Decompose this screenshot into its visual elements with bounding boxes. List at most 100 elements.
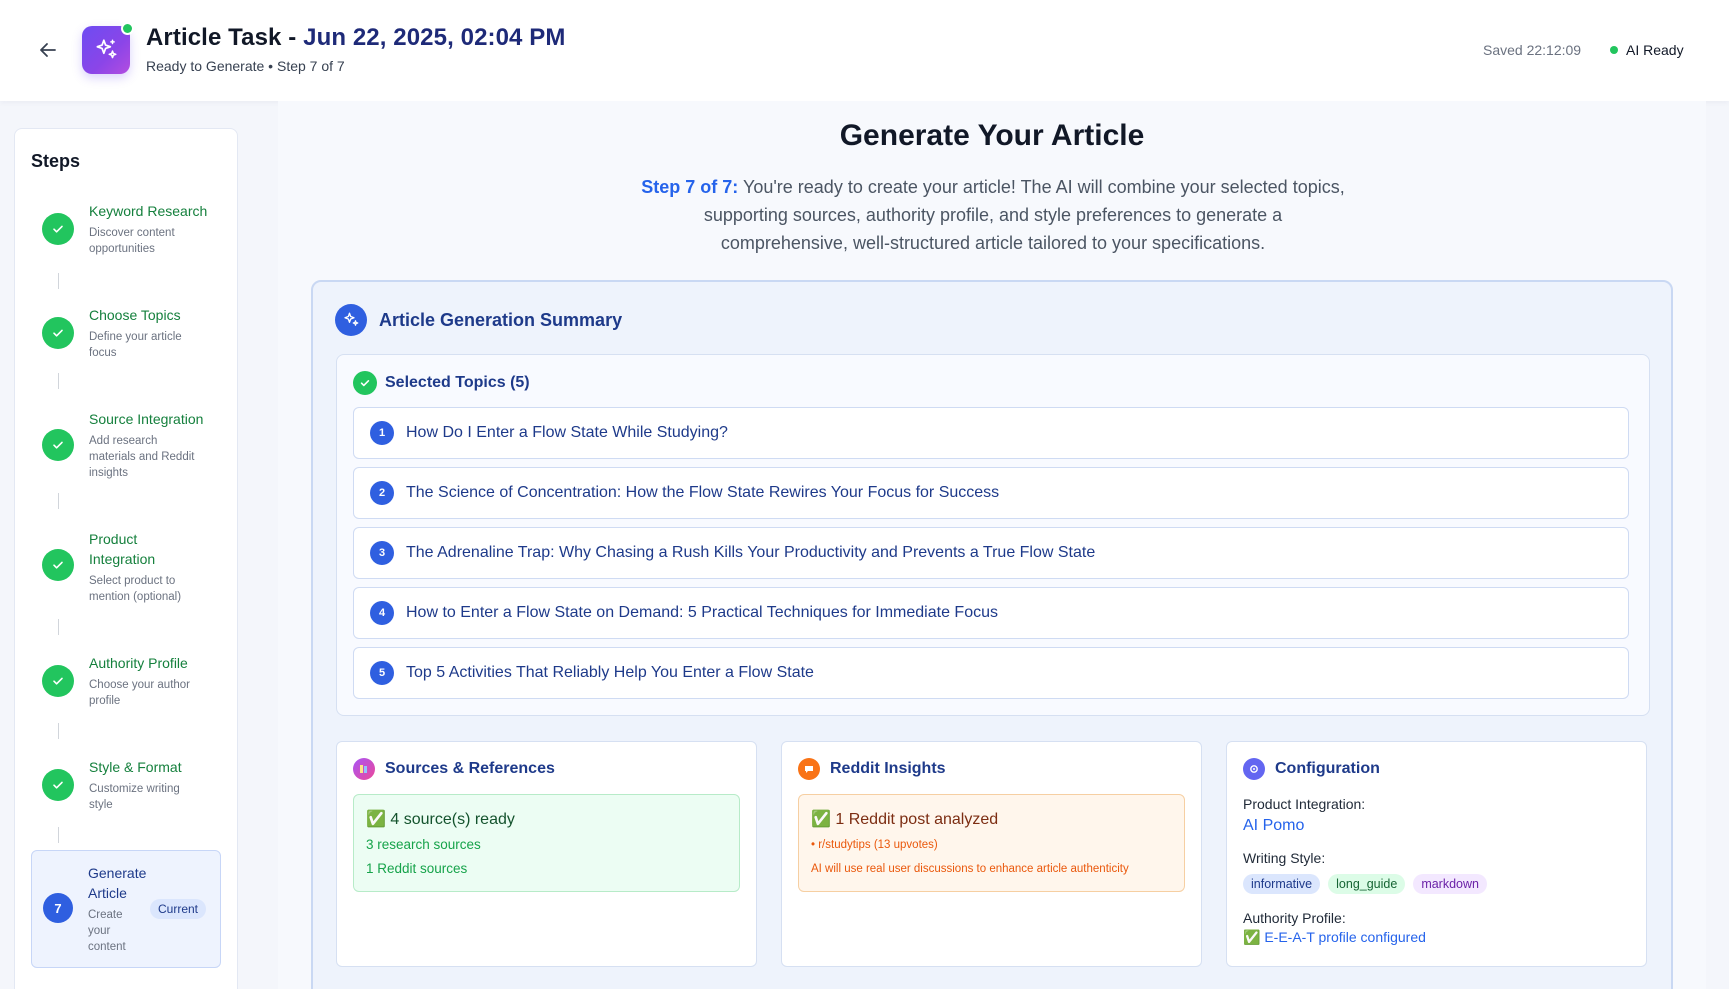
- configuration-card: Configuration Product Integration: AI Po…: [1226, 741, 1647, 967]
- reddit-note: AI will use real user discussions to enh…: [811, 863, 1129, 875]
- step-connector: [58, 827, 59, 843]
- topics-title: Selected Topics (5): [385, 374, 530, 391]
- status-dot-icon: [1610, 46, 1618, 54]
- check-icon: [42, 549, 74, 581]
- selected-topics-box: Selected Topics (5) 1 How Do I Enter a F…: [336, 354, 1650, 716]
- step-label: Style & Format: [89, 759, 182, 775]
- reddit-title: Reddit Insights: [830, 760, 946, 777]
- reddit-post: • r/studytips (13 upvotes): [811, 839, 938, 851]
- step-desc: Select product to mention (optional): [89, 575, 182, 603]
- books-icon: [353, 758, 375, 780]
- reddit-insights-card: Reddit Insights ✅ 1 Reddit post analyzed…: [781, 741, 1202, 967]
- style-chip: long_guide: [1328, 874, 1406, 894]
- topic-item[interactable]: 4 How to Enter a Flow State on Demand: 5…: [353, 587, 1629, 639]
- sources-status-box: ✅ 4 source(s) ready 3 research sources 1…: [353, 794, 740, 892]
- generation-summary-card: Article Generation Summary Selected Topi…: [311, 280, 1673, 989]
- topic-text: Top 5 Activities That Reliably Help You …: [406, 664, 814, 681]
- step-generate-article[interactable]: 7 Generate Article Create your content C…: [31, 850, 221, 968]
- check-icon: [42, 665, 74, 697]
- step-label: Choose Topics: [89, 307, 181, 323]
- step-connector: [58, 493, 59, 509]
- topic-number: 3: [370, 541, 394, 565]
- step-connector: [58, 723, 59, 739]
- step-label: Product Integration: [89, 531, 156, 567]
- check-icon: [42, 317, 74, 349]
- check-icon: [42, 429, 74, 461]
- step-label: Generate Article: [88, 865, 147, 901]
- summary-title: Article Generation Summary: [379, 309, 623, 330]
- topic-item[interactable]: 5 Top 5 Activities That Reliably Help Yo…: [353, 647, 1629, 699]
- reddit-header: Reddit Insights: [798, 758, 946, 780]
- topic-number: 2: [370, 481, 394, 505]
- reddit-sources-count: 1 Reddit sources: [366, 861, 468, 876]
- top-header: Article Task - Jun 22, 2025, 02:04 PM Re…: [0, 0, 1729, 101]
- check-icon: [42, 213, 74, 245]
- config-header: Configuration: [1243, 758, 1380, 780]
- description-text: You're ready to create your article! The…: [703, 177, 1345, 253]
- saved-status: Saved 22:12:09: [1483, 42, 1582, 58]
- page-title-prefix: Article Task -: [146, 24, 304, 51]
- topics-header: Selected Topics (5): [353, 371, 530, 395]
- step-label: Keyword Research: [89, 203, 208, 219]
- writing-style-label: Writing Style:: [1243, 850, 1326, 866]
- authority-profile-value: ✅ E-E-A-T profile configured: [1243, 929, 1426, 945]
- sparkles-icon: [335, 304, 367, 336]
- arrow-left-icon: [40, 43, 56, 57]
- topic-number: 5: [370, 661, 394, 685]
- sources-ready: ✅ 4 source(s) ready: [366, 811, 515, 828]
- product-integration-label: Product Integration:: [1243, 796, 1366, 812]
- steps-sidebar: Steps Keyword Research Discover content …: [14, 128, 238, 989]
- title-block: Article Task - Jun 22, 2025, 02:04 PM Re…: [146, 24, 565, 74]
- step-label: Authority Profile: [89, 655, 188, 671]
- style-chip: markdown: [1413, 874, 1487, 894]
- reddit-analyzed: ✅ 1 Reddit post analyzed: [811, 811, 999, 828]
- topic-text: The Science of Concentration: How the Fl…: [406, 484, 1000, 501]
- check-icon: [353, 371, 377, 395]
- sources-title: Sources & References: [385, 760, 555, 777]
- step-indicator: Step 7 of 7:: [641, 177, 739, 197]
- ai-status: AI Ready: [1610, 42, 1684, 58]
- sources-header: Sources & References: [353, 758, 555, 780]
- topic-text: How to Enter a Flow State on Demand: 5 P…: [406, 604, 998, 621]
- topic-text: The Adrenaline Trap: Why Chasing a Rush …: [406, 544, 1096, 561]
- topic-item[interactable]: 1 How Do I Enter a Flow State While Stud…: [353, 407, 1629, 459]
- research-sources-count: 3 research sources: [366, 837, 481, 852]
- sources-card: Sources & References ✅ 4 source(s) ready…: [336, 741, 757, 967]
- step-connector: [58, 273, 59, 289]
- step-number: 7: [43, 893, 73, 923]
- step-desc: Create your content: [88, 909, 126, 953]
- step-label: Source Integration: [89, 411, 204, 427]
- product-integration-value: AI Pomo: [1243, 817, 1305, 834]
- current-badge: Current: [150, 899, 207, 919]
- check-icon: [42, 769, 74, 801]
- ai-status-label: AI Ready: [1626, 42, 1684, 58]
- page-title: Article Task - Jun 22, 2025, 02:04 PM: [146, 24, 565, 52]
- topic-item[interactable]: 3 The Adrenaline Trap: Why Chasing a Rus…: [353, 527, 1629, 579]
- app-logo: [82, 22, 134, 74]
- speech-bubble-icon: [798, 758, 820, 780]
- sparkles-icon: [96, 39, 117, 59]
- step-connector: [58, 373, 59, 389]
- back-button[interactable]: [34, 36, 62, 64]
- topic-text: How Do I Enter a Flow State While Studyi…: [406, 424, 728, 441]
- online-indicator: [121, 22, 134, 35]
- style-chip: informative: [1243, 874, 1321, 894]
- topic-number: 1: [370, 421, 394, 445]
- sidebar-title: Steps: [31, 151, 81, 171]
- main-panel: Generate Your Article Step 7 of 7: You'r…: [278, 101, 1706, 989]
- step-desc: Choose your author profile: [89, 679, 191, 707]
- step-desc: Define your article focus: [89, 331, 182, 359]
- summary-header: Article Generation Summary: [335, 304, 622, 336]
- step-desc: Add research materials and Reddit insigh…: [89, 435, 195, 479]
- reddit-status-box: ✅ 1 Reddit post analyzed • r/studytips (…: [798, 794, 1185, 892]
- step-desc: Discover content opportunities: [89, 227, 175, 255]
- gear-icon: [1243, 758, 1265, 780]
- generate-description: Step 7 of 7: You're ready to create your…: [638, 173, 1348, 257]
- page-subtitle: Ready to Generate • Step 7 of 7: [146, 58, 345, 74]
- topic-item[interactable]: 2 The Science of Concentration: How the …: [353, 467, 1629, 519]
- step-desc: Customize writing style: [89, 783, 180, 811]
- page-title-date: Jun 22, 2025, 02:04 PM: [303, 24, 566, 51]
- config-title: Configuration: [1275, 760, 1380, 777]
- topic-number: 4: [370, 601, 394, 625]
- style-chips: informative long_guide markdown: [1243, 874, 1487, 894]
